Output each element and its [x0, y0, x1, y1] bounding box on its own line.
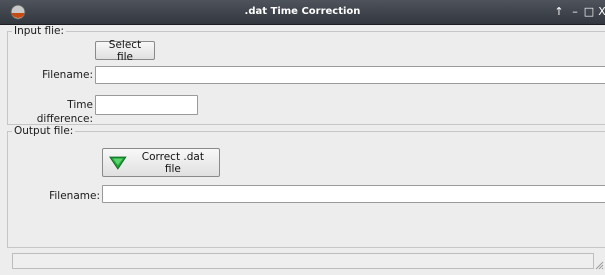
- close-button[interactable]: X: [595, 4, 605, 20]
- status-bar: [12, 253, 594, 269]
- input-group-legend: Input flie:: [12, 25, 67, 37]
- correct-dat-file-button[interactable]: Correct .dat file: [102, 148, 220, 177]
- input-filename-label: Filename:: [42, 69, 93, 81]
- title-bar[interactable]: .dat Time Correction ↑ – □ X: [0, 0, 605, 25]
- output-filename-label: Filename:: [49, 190, 100, 202]
- green-triangle-down-icon: [109, 156, 127, 170]
- select-file-button[interactable]: Select file: [95, 39, 155, 63]
- output-filename-field[interactable]: [102, 185, 605, 203]
- time-difference-label: Time difference:: [36, 99, 93, 125]
- input-filename-field[interactable]: [95, 66, 605, 84]
- maximize-button[interactable]: □: [582, 4, 596, 20]
- output-group-legend: Output file:: [12, 125, 76, 137]
- resize-grip-icon[interactable]: [594, 260, 604, 270]
- minimize-button[interactable]: –: [568, 4, 582, 20]
- pin-button[interactable]: ↑: [552, 4, 566, 20]
- correct-button-label: Correct .dat file: [141, 150, 204, 175]
- time-difference-field[interactable]: [95, 95, 198, 115]
- window-title: .dat Time Correction: [244, 6, 361, 17]
